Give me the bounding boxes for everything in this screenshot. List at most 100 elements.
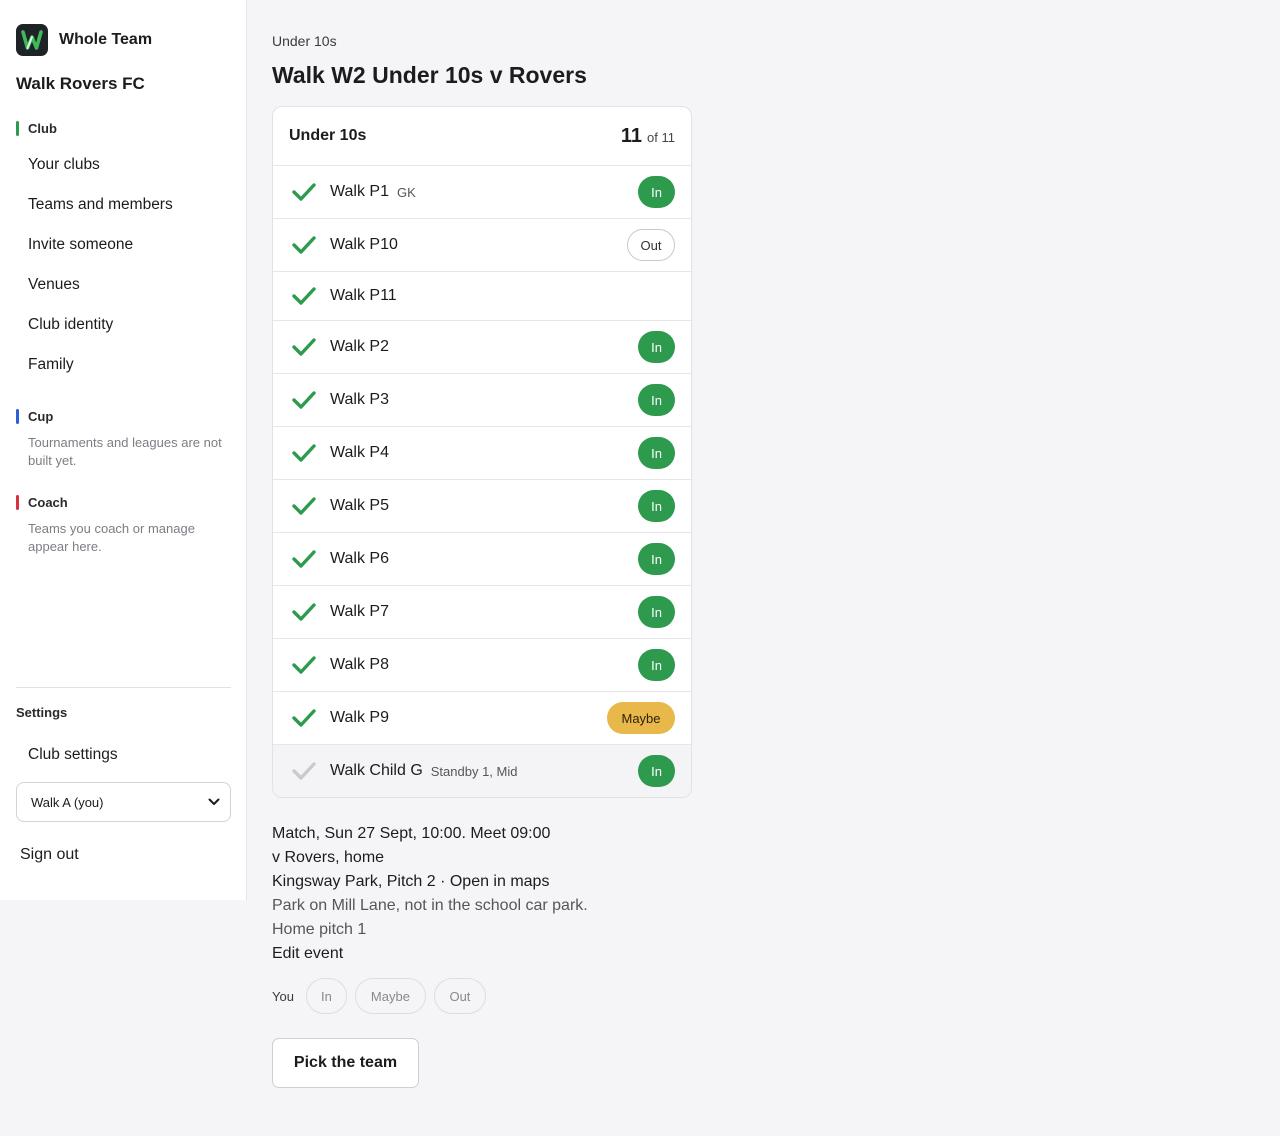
event-pitch: Home pitch 1	[272, 921, 367, 938]
status-badge[interactable]: In	[638, 596, 675, 628]
checkmark-icon[interactable]	[291, 652, 317, 678]
availability-card: Under 10s 11 of 11 Walk P1 GK In Walk P10 Ou…	[272, 106, 692, 798]
checkmark-icon[interactable]	[291, 232, 317, 258]
page-title: Walk W2 Under 10s v Rovers	[272, 62, 587, 88]
nav-teams-and-members[interactable]: Teams and members	[28, 196, 173, 214]
event-parking-note: Park on Mill Lane, not in the school car…	[272, 897, 588, 914]
player-name: Walk P7	[330, 603, 389, 620]
coach-section-marker	[16, 495, 19, 510]
you-label: You	[272, 988, 294, 1004]
player-row[interactable]: Walk P5 In	[273, 480, 691, 533]
player-name: Walk P9	[330, 709, 389, 726]
event-when: Match, Sun 27 Sept, 10:00. Meet 09:00	[272, 825, 551, 842]
status-badge[interactable]: In	[638, 543, 675, 575]
rsvp-out-button[interactable]: Out	[433, 978, 486, 1014]
card-header: Under 10s 11 of 11	[273, 107, 691, 166]
player-list: Walk P1 GK In Walk P10 Out Walk P11 Walk P2 In W…	[273, 166, 691, 797]
cup-note: Tournaments and leagues are not built ye…	[28, 435, 222, 468]
club-section-marker	[16, 121, 19, 136]
availability-count: 11 of 11	[621, 125, 675, 148]
nav-club-settings[interactable]: Club settings	[28, 746, 118, 764]
your-response: You In Maybe Out	[272, 978, 494, 1014]
chevron-down-icon	[208, 798, 220, 805]
sidebar-divider	[16, 687, 231, 688]
player-tag: Standby 1, Mid	[430, 763, 518, 779]
event-details: Match, Sun 27 Sept, 10:00. Meet 09:00 v …	[272, 822, 588, 966]
checkmark-icon[interactable]	[291, 440, 317, 466]
pick-team-button[interactable]: Pick the team	[272, 1038, 419, 1088]
section-cup-label: Cup	[28, 409, 54, 424]
nav-invite-someone[interactable]: Invite someone	[28, 236, 133, 254]
checkmark-icon[interactable]	[291, 546, 317, 572]
player-name: Walk P8	[330, 656, 389, 673]
checkmark-icon[interactable]	[291, 283, 317, 309]
player-name: Walk P5	[330, 497, 389, 514]
coach-note: Teams you coach or manage appear here.	[28, 521, 195, 554]
section-club: Club	[16, 121, 57, 136]
rsvp-in-button[interactable]: In	[305, 978, 347, 1014]
status-badge[interactable]: In	[638, 755, 675, 787]
count-total: of 11	[647, 129, 675, 145]
player-row[interactable]: Walk P7 In	[273, 586, 691, 639]
user-select[interactable]: Walk A (you)	[16, 782, 231, 822]
player-row[interactable]: Walk P10 Out	[273, 219, 691, 272]
settings-label: Settings	[16, 705, 68, 720]
event-venue-link[interactable]: Kingsway Park, Pitch 2 · Open in maps	[272, 870, 588, 894]
checkmark-icon[interactable]	[291, 387, 317, 413]
checkmark-icon[interactable]	[291, 599, 317, 625]
status-badge[interactable]: In	[638, 384, 675, 416]
sidebar: Whole Team Walk Rovers FC Club Your club…	[0, 0, 247, 900]
player-name: Walk P3	[330, 391, 389, 408]
checkmark-icon[interactable]	[291, 705, 317, 731]
player-name: Walk Child G	[330, 762, 423, 779]
status-badge[interactable]: In	[638, 176, 675, 208]
club-name: Walk Rovers FC	[16, 74, 145, 93]
section-coach-label: Coach	[28, 495, 68, 510]
player-name: Walk P2	[330, 338, 389, 355]
player-row[interactable]: Walk P9 Maybe	[273, 692, 691, 745]
checkmark-icon[interactable]	[291, 493, 317, 519]
status-badge[interactable]: Maybe	[607, 702, 675, 734]
player-name: Walk P11	[330, 287, 397, 304]
section-coach: Coach	[16, 495, 68, 510]
player-row[interactable]: Walk P3 In	[273, 374, 691, 427]
rsvp-maybe-button[interactable]: Maybe	[354, 978, 426, 1014]
whole-team-logo-icon	[16, 24, 48, 56]
checkmark-icon[interactable]	[291, 334, 317, 360]
player-row[interactable]: Walk P6 In	[273, 533, 691, 586]
status-badge[interactable]: In	[638, 490, 675, 522]
section-club-label: Club	[28, 121, 57, 136]
player-name: Walk P6	[330, 550, 389, 567]
player-name: Walk P1	[330, 183, 389, 200]
brand-name: Whole Team	[59, 31, 153, 48]
sign-out-link[interactable]: Sign out	[20, 846, 79, 864]
status-badge[interactable]: In	[638, 331, 675, 363]
event-opponent: v Rovers, home	[272, 849, 385, 866]
nav-venues[interactable]: Venues	[28, 276, 80, 294]
nav-family[interactable]: Family	[28, 356, 74, 374]
nav-your-clubs[interactable]: Your clubs	[28, 156, 100, 174]
edit-event-link[interactable]: Edit event	[272, 942, 588, 966]
card-title: Under 10s	[289, 127, 367, 144]
cup-section-marker	[16, 409, 19, 424]
checkmark-icon[interactable]	[291, 758, 317, 784]
brand[interactable]: Whole Team	[16, 24, 152, 56]
player-tag: GK	[396, 184, 416, 200]
status-badge[interactable]: Out	[627, 229, 675, 261]
player-row[interactable]: Walk P11	[273, 272, 691, 321]
status-badge[interactable]: In	[638, 437, 675, 469]
player-row[interactable]: Walk Child G Standby 1, Mid In	[273, 745, 691, 797]
player-name: Walk P4	[330, 444, 389, 461]
player-row[interactable]: Walk P1 GK In	[273, 166, 691, 219]
status-badge[interactable]: In	[638, 649, 675, 681]
checkmark-icon[interactable]	[291, 179, 317, 205]
player-row[interactable]: Walk P4 In	[273, 427, 691, 480]
breadcrumb[interactable]: Under 10s	[272, 33, 337, 49]
nav-club-identity[interactable]: Club identity	[28, 316, 113, 334]
user-select-value: Walk A (you)	[31, 794, 104, 810]
section-cup: Cup	[16, 409, 53, 424]
player-row[interactable]: Walk P8 In	[273, 639, 691, 692]
player-row[interactable]: Walk P2 In	[273, 321, 691, 374]
count-number: 11	[620, 124, 643, 147]
player-name: Walk P10	[330, 236, 398, 253]
